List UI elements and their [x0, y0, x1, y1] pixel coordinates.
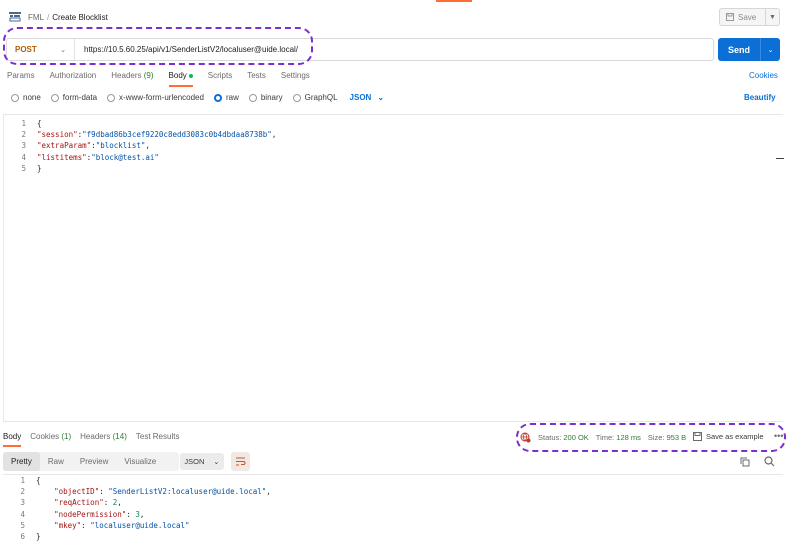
save-options-chevron-icon[interactable]: ▼	[766, 14, 779, 21]
tab-response-body[interactable]: Body	[3, 432, 22, 447]
request-tabs: Params Authorization Headers (9) Body Sc…	[7, 71, 325, 87]
beautify-button[interactable]: Beautify	[744, 93, 776, 102]
wrap-lines-button[interactable]	[231, 452, 250, 471]
annotation-highlight-request	[3, 27, 313, 65]
search-icon[interactable]	[764, 456, 775, 467]
body-type-options: none form-data x-www-form-urlencoded raw…	[11, 93, 384, 102]
format-preview[interactable]: Preview	[72, 452, 116, 471]
format-pretty[interactable]: Pretty	[3, 452, 40, 471]
radio-graphql[interactable]: GraphQL	[292, 93, 338, 102]
radio-binary[interactable]: binary	[248, 93, 283, 102]
tab-body[interactable]: Body	[168, 71, 193, 87]
breadcrumb-separator: /	[47, 13, 50, 22]
response-format-select[interactable]: JSON ⌄	[180, 453, 224, 470]
tab-scripts[interactable]: Scripts	[208, 71, 232, 87]
chevron-down-icon: ⌄	[377, 93, 385, 102]
body-indicator-dot	[188, 73, 193, 78]
tab-response-cookies[interactable]: Cookies (1)	[30, 432, 71, 447]
save-button[interactable]: Save ▼	[719, 8, 780, 26]
save-label: Save	[738, 12, 757, 22]
send-label: Send	[727, 44, 750, 55]
response-format-bar: Pretty Raw Preview Visualize	[3, 452, 179, 471]
response-tabs: Body Cookies (1) Headers (14) Test Resul…	[3, 432, 188, 447]
request-title[interactable]: Create Blocklist	[52, 13, 108, 22]
tab-params[interactable]: Params	[7, 71, 35, 87]
tab-settings[interactable]: Settings	[281, 71, 310, 87]
annotation-highlight-status	[516, 423, 786, 452]
chevron-down-icon: ⌄	[213, 457, 220, 466]
tab-headers[interactable]: Headers (9)	[111, 71, 153, 87]
tab-tests[interactable]: Tests	[247, 71, 266, 87]
copy-icon[interactable]	[740, 457, 750, 467]
format-visualize[interactable]: Visualize	[116, 452, 164, 471]
send-button[interactable]: Send ⌄	[718, 38, 780, 61]
active-tab-indicator	[436, 0, 472, 2]
format-raw[interactable]: Raw	[40, 452, 72, 471]
radio-form-data[interactable]: form-data	[50, 93, 97, 102]
radio-none[interactable]: none	[11, 93, 41, 102]
editor-scroll-marker	[776, 158, 784, 159]
tab-response-headers[interactable]: Headers (14)	[80, 432, 127, 447]
body-format-select[interactable]: JSON ⌄	[350, 93, 385, 102]
tab-test-results[interactable]: Test Results	[136, 432, 180, 447]
wrap-lines-icon	[236, 457, 246, 466]
save-icon	[726, 13, 734, 21]
tab-authorization[interactable]: Authorization	[50, 71, 97, 87]
request-body-editor[interactable]: 1{ 2 "session":"f9dbad86b3cef9220c8edd308…	[3, 114, 783, 422]
breadcrumb-collection[interactable]: FML	[28, 13, 44, 22]
send-options-chevron-icon[interactable]: ⌄	[761, 46, 780, 54]
collection-icon	[9, 12, 21, 22]
radio-urlencoded[interactable]: x-www-form-urlencoded	[107, 93, 204, 102]
cookies-link[interactable]: Cookies	[749, 71, 778, 80]
breadcrumb: FML / Create Blocklist	[28, 13, 108, 22]
radio-raw[interactable]: raw	[213, 93, 239, 102]
response-body-viewer[interactable]: 1{ 2 "objectID": "SenderListV2:localuser…	[3, 474, 783, 544]
